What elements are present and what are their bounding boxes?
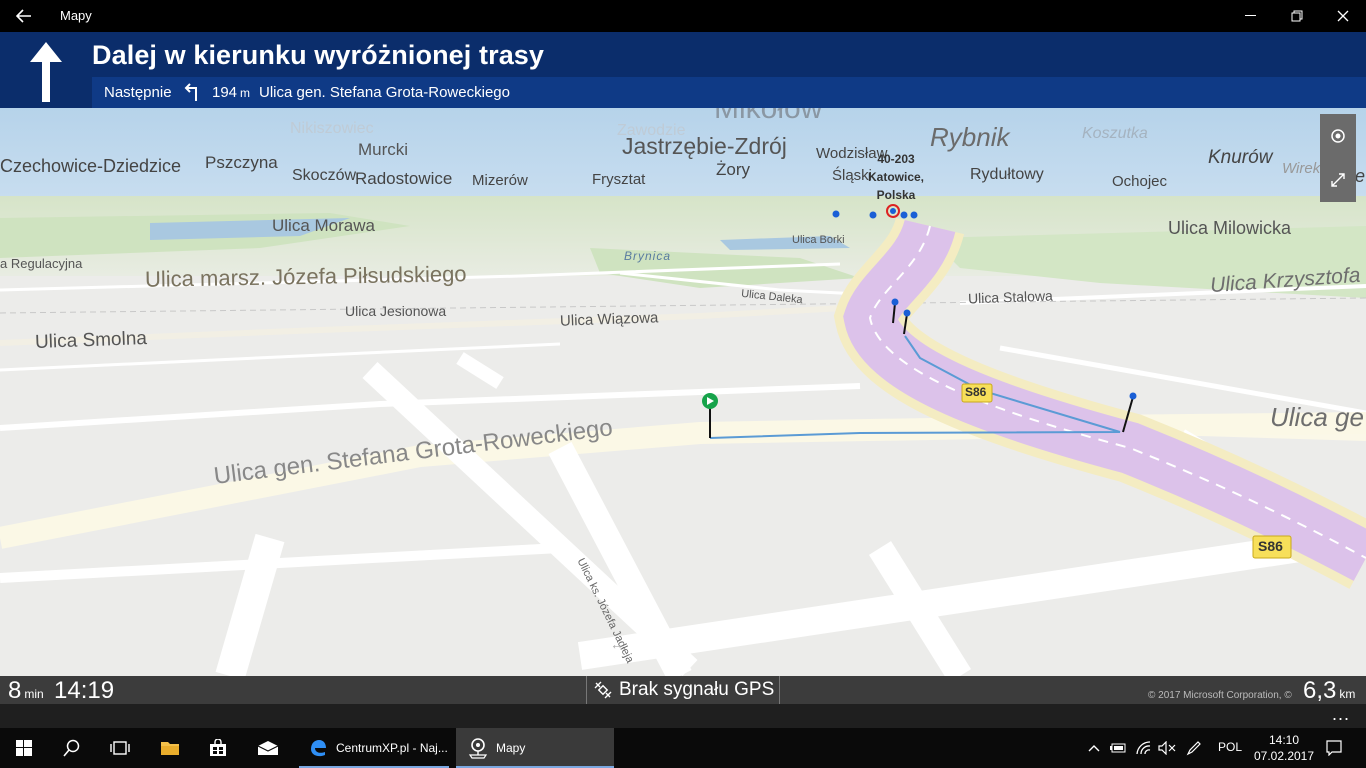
map-label-smolna: Ulica Smolna [34, 328, 148, 353]
address-label: 40-203 Katowice, Polska [868, 152, 925, 202]
file-explorer-icon[interactable] [146, 728, 194, 768]
map-label-regulacyjna: a Regulacyjna [0, 256, 83, 271]
restore-icon[interactable] [1274, 0, 1320, 32]
satellite-icon [593, 680, 613, 705]
minimize-icon[interactable] [1228, 0, 1274, 32]
trip-status-bar: 8 min 14:19 Brak sygnału GPS © 2017 Micro… [0, 676, 1366, 704]
map-label-frysztat: Frysztat [592, 171, 646, 188]
map-label-slask: Śląski [832, 167, 873, 184]
next-distance: 194 m [212, 84, 251, 101]
eta-duration: 8 min [8, 677, 44, 704]
fullscreen-icon[interactable] [1320, 158, 1356, 202]
app-bar: ... [0, 704, 1366, 728]
clock-time: 14:10 [1268, 733, 1300, 747]
language-indicator[interactable]: POL [1218, 740, 1242, 754]
next-label: Następnie [104, 84, 172, 101]
turn-left-icon [182, 82, 200, 106]
locate-icon[interactable] [1320, 114, 1356, 158]
clock[interactable]: 14:10 07.02.2017 [1252, 732, 1316, 764]
taskbar-app-maps[interactable]: Mapy [456, 728, 614, 768]
pen-icon[interactable] [1182, 728, 1206, 768]
search-icon[interactable] [48, 728, 96, 768]
back-arrow-icon[interactable] [10, 6, 38, 26]
straight-arrow-icon [26, 40, 66, 109]
map-label-murcki: Murcki [358, 140, 409, 159]
battery-icon[interactable] [1107, 728, 1131, 768]
map-label-czechowice: Czechowice-Dziedzice [0, 156, 182, 176]
wifi-icon[interactable] [1132, 728, 1156, 768]
map-label-mikolow: Mikołów [714, 108, 823, 125]
taskbar-app-edge-label: CentrumXP.pl - Naj... [336, 741, 448, 755]
taskbar-app-edge[interactable]: CentrumXP.pl - Naj... [296, 728, 452, 768]
map-label-rydultowy: Rydułtowy [970, 166, 1044, 183]
gps-status: Brak sygnału GPS [586, 676, 780, 704]
gps-status-text: Brak sygnału GPS [619, 679, 775, 700]
chevron-up-icon[interactable] [1082, 728, 1106, 768]
start-icon[interactable] [0, 728, 48, 768]
map-label-wiazowa: Ulica Wiązowa [559, 309, 659, 330]
map-label-ulica-milowicka: Ulica Milowicka [1168, 218, 1292, 238]
instruction-text: Dalej w kierunku wyróżnionej trasy [92, 40, 545, 70]
road-shield-s86: S86 [965, 385, 987, 399]
maps-icon [468, 737, 488, 759]
direction-arrow-icon: ← [610, 636, 624, 652]
map-label-koszutka: Koszutka [1082, 125, 1148, 142]
map-label-rybnik: Rybnik [930, 122, 1010, 152]
arrival-time: 14:19 [54, 677, 115, 704]
map-controls [1320, 114, 1356, 202]
volume-muted-icon[interactable] [1155, 728, 1179, 768]
road-shield-s86-large: S86 [1258, 538, 1283, 554]
copyright: © 2017 Microsoft Corporation, © [1148, 690, 1292, 701]
taskbar: CentrumXP.pl - Naj... Mapy POL 14:10 07.… [0, 728, 1366, 768]
map-label-radostowice: Radostowice [355, 169, 453, 188]
remaining-distance: 6,3 km [1303, 677, 1356, 704]
map-label-brynica: Brynica [624, 249, 672, 263]
window-title: Mapy [60, 8, 92, 23]
taskbar-app-maps-label: Mapy [496, 741, 526, 755]
map-label-stalowa: Ulica Stalowa [967, 287, 1054, 307]
map-label-ulica-borki: Ulica Borki [792, 234, 845, 246]
map-canvas [0, 108, 1366, 676]
notifications-icon[interactable] [1322, 728, 1346, 768]
close-icon[interactable] [1320, 0, 1366, 32]
mail-icon[interactable] [244, 728, 292, 768]
map-label-zory: Żory [716, 160, 750, 179]
title-bar: Mapy [0, 0, 1366, 32]
map-label-ulica-morawa: Ulica Morawa [272, 216, 375, 235]
edge-icon [308, 738, 328, 758]
map-label-skoczow: Skoczów [292, 167, 357, 184]
map-label-ochojec: Ochojec [1112, 173, 1168, 190]
map-label-nikiszowiec: Nikiszowiec [290, 120, 374, 137]
clock-date: 07.02.2017 [1253, 749, 1315, 763]
map-label-pszczyna: Pszczyna [205, 153, 278, 172]
next-maneuver-bar: Następnie 194 m Ulica gen. Stefana Grota-… [92, 77, 1366, 108]
map-label-jastrzebie: Jastrzębie-Zdrój [622, 133, 787, 159]
map-view[interactable]: Nikiszowiec Zawodzie Mikołów Rybnik Kosz… [0, 108, 1366, 676]
task-view-icon[interactable] [96, 728, 144, 768]
next-street: Ulica gen. Stefana Grota-Roweckiego [259, 84, 510, 101]
map-label-knurow: Knurów [1208, 147, 1273, 168]
map-label-wirek: Wirek [1282, 160, 1321, 177]
map-label-jesionowa: Ulica Jesionowa [345, 303, 447, 319]
map-label-mizerow: Mizerów [472, 172, 528, 189]
map-label-ulica-e: Ulica ge [1270, 402, 1364, 432]
more-options-button[interactable]: ... [1332, 704, 1350, 725]
store-icon[interactable] [194, 728, 242, 768]
instruction-header: Dalej w kierunku wyróżnionej trasy [92, 32, 1366, 77]
